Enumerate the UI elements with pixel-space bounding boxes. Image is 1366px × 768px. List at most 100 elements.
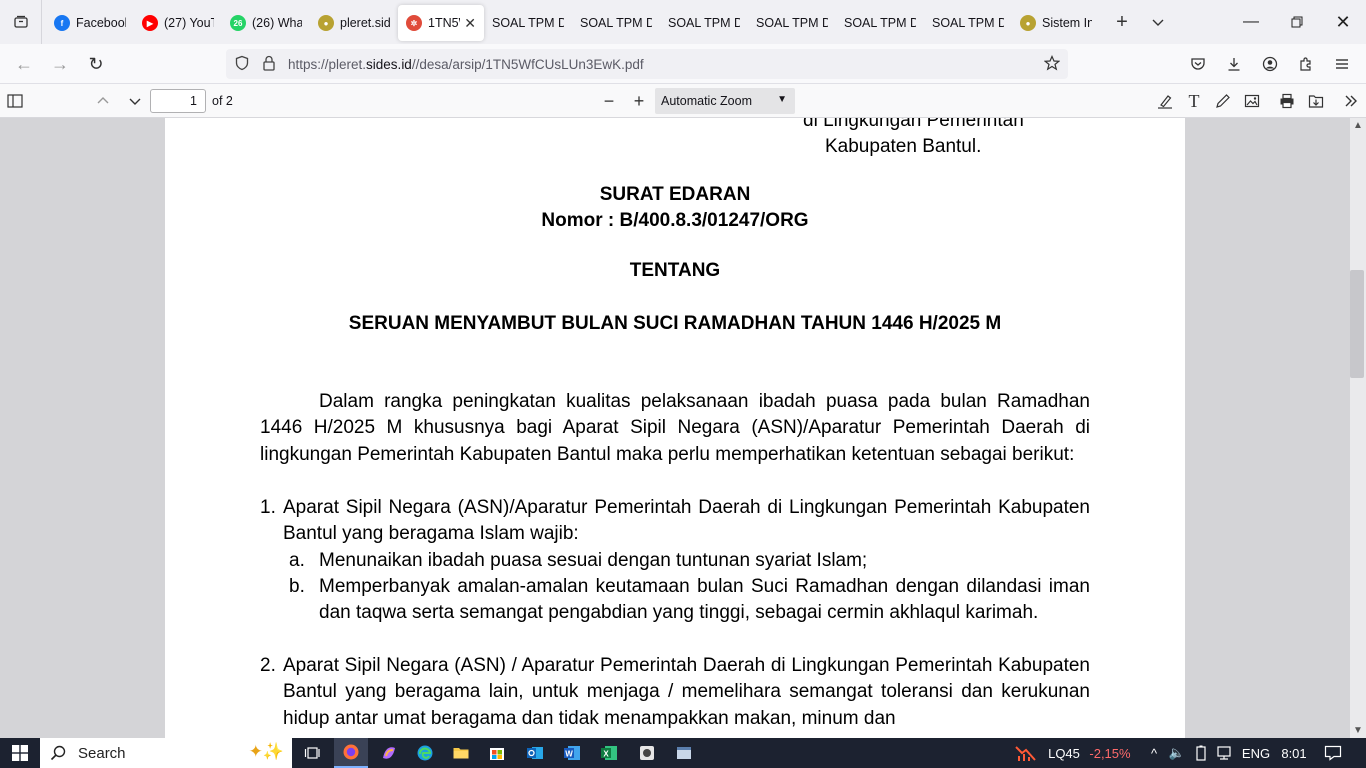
tab-1[interactable]: ▶ (27) YouTube [134, 5, 222, 41]
restore-button[interactable] [1274, 0, 1320, 44]
forward-button[interactable]: → [46, 50, 74, 78]
taskbar-search-box[interactable]: Search ✦✨ [40, 738, 292, 768]
show-hidden-icons-button[interactable]: ^ [1144, 738, 1164, 768]
url-host: sides.id [366, 56, 412, 72]
print-button[interactable] [1274, 88, 1300, 114]
tab-7[interactable]: SOAL TPM D [660, 5, 748, 41]
tab-0[interactable]: f Facebook [46, 5, 134, 41]
pdf-page: di Lingkungan Pemerintah Kabupaten Bantu… [165, 118, 1185, 738]
chevron-down-icon [129, 98, 141, 105]
previous-page-button[interactable] [90, 88, 116, 114]
list-all-tabs-button[interactable] [1140, 4, 1176, 40]
extensions-button[interactable] [1292, 50, 1320, 78]
task-view-icon [304, 747, 320, 759]
network-button[interactable] [1214, 738, 1238, 768]
copilot-icon [383, 747, 395, 759]
tab-label: SOAL TPM D [932, 16, 1004, 30]
tab-favicon-icon: ● [1020, 15, 1036, 31]
battery-button[interactable] [1190, 738, 1212, 768]
stock-name[interactable]: LQ45 [1044, 738, 1084, 768]
app-icon [640, 746, 654, 760]
volume-button[interactable]: 🔈 [1166, 738, 1188, 768]
new-tab-button[interactable]: + [1104, 4, 1140, 40]
taskbar-app-extra-2[interactable] [667, 738, 701, 768]
toggle-sidebar-button[interactable] [2, 88, 28, 114]
tab-list-button[interactable] [0, 0, 42, 44]
account-button[interactable] [1256, 50, 1284, 78]
close-tab-icon[interactable]: ✕ [464, 15, 476, 32]
app-menu-button[interactable] [1328, 50, 1356, 78]
add-image-button[interactable] [1239, 88, 1265, 114]
next-page-button[interactable] [122, 88, 148, 114]
save-button[interactable] [1303, 88, 1329, 114]
task-view-button[interactable] [298, 738, 326, 768]
tab-2[interactable]: 26 (26) WhatsApp [222, 5, 310, 41]
tab-8[interactable]: SOAL TPM D [748, 5, 836, 41]
bookmark-star-icon[interactable] [1043, 55, 1061, 74]
stock-widget-chart-icon[interactable] [1012, 738, 1040, 768]
draw-button[interactable] [1210, 88, 1236, 114]
tab-label: Facebook [76, 16, 126, 30]
pdf-viewer[interactable]: di Lingkungan Pemerintah Kabupaten Bantu… [0, 118, 1366, 738]
svg-text:X: X [603, 750, 609, 759]
tab-label: Sistem Informasi [1042, 16, 1092, 30]
battery-icon [1196, 745, 1206, 761]
reload-icon: ↻ [88, 53, 104, 74]
tab-bar: f Facebook ▶ (27) YouTube 26 (26) WhatsApp ● pl… [0, 0, 1366, 44]
tools-menu-button[interactable] [1338, 88, 1364, 114]
url-path: //desa/arsip/1TN5WfCUsLUn3EwK.pdf [411, 56, 644, 72]
taskbar-app-extra[interactable] [630, 738, 664, 768]
tab-10[interactable]: SOAL TPM D [924, 5, 1012, 41]
taskbar-excel[interactable]: X [592, 738, 626, 768]
minimize-button[interactable]: — [1228, 0, 1274, 44]
close-icon: ✕ [1335, 11, 1351, 32]
restore-icon [1291, 16, 1303, 28]
taskbar-firefox[interactable] [334, 738, 368, 768]
account-icon [1262, 56, 1278, 72]
taskbar-outlook[interactable] [518, 738, 552, 768]
tab-6[interactable]: SOAL TPM D [572, 5, 660, 41]
notifications-button[interactable] [1318, 738, 1348, 768]
page-number-input[interactable]: 1 [150, 89, 206, 113]
scroll-down-icon[interactable]: ▼ [1353, 725, 1363, 736]
zoom-out-button[interactable]: − [596, 88, 622, 114]
close-window-button[interactable]: ✕ [1320, 0, 1366, 44]
address-bar[interactable]: https://pleret.sides.id//desa/arsip/1TN5… [226, 49, 1068, 79]
highlight-button[interactable] [1152, 88, 1178, 114]
tab-favicon-icon: ● [318, 15, 334, 31]
taskbar-store[interactable] [480, 738, 514, 768]
tab-4[interactable]: ✲ 1TN5WfCUsLUn3EwK.pdf ✕ [398, 5, 484, 41]
stock-change[interactable]: -2,15% [1086, 738, 1134, 768]
excel-icon: X [601, 746, 617, 760]
taskbar-file-explorer[interactable] [444, 738, 478, 768]
taskbar-copilot[interactable] [372, 738, 406, 768]
tab-3[interactable]: ● pleret.sides [310, 5, 398, 41]
reload-button[interactable]: ↻ [82, 50, 110, 78]
firefox-icon [343, 744, 359, 760]
tab-label: SOAL TPM D [580, 16, 652, 30]
language-indicator[interactable]: ENG [1240, 738, 1272, 768]
search-placeholder: Search [78, 744, 126, 762]
vertical-scrollbar[interactable]: ▲ ▼ [1350, 118, 1366, 738]
scroll-up-icon[interactable]: ▲ [1353, 120, 1363, 131]
clock[interactable]: 8:01 [1278, 738, 1310, 768]
tab-9[interactable]: SOAL TPM D [836, 5, 924, 41]
tab-list-icon [13, 15, 28, 28]
scrollbar-thumb[interactable] [1350, 270, 1364, 378]
list-item-text: Aparat Sipil Negara (ASN)/Aparatur Pemer… [283, 497, 1090, 545]
zoom-in-button[interactable]: + [626, 88, 652, 114]
downloads-button[interactable] [1220, 50, 1248, 78]
tab-5[interactable]: SOAL TPM D [484, 5, 572, 41]
pocket-button[interactable] [1184, 50, 1212, 78]
plus-icon: + [1116, 10, 1128, 33]
tab-11[interactable]: ● Sistem Informasi [1012, 5, 1100, 41]
start-button[interactable] [0, 738, 40, 768]
arrow-right-icon: → [51, 53, 69, 74]
list-item-1b: b. Memperbanyak amalan-amalan keutamaan … [260, 574, 1090, 627]
back-button[interactable]: ← [10, 50, 38, 78]
text-button[interactable]: T [1181, 88, 1207, 114]
zoom-select[interactable]: Automatic Zoom ▼ [655, 88, 795, 114]
taskbar-edge[interactable] [408, 738, 442, 768]
taskbar-word[interactable]: W [555, 738, 589, 768]
document-about: TENTANG [629, 260, 721, 281]
